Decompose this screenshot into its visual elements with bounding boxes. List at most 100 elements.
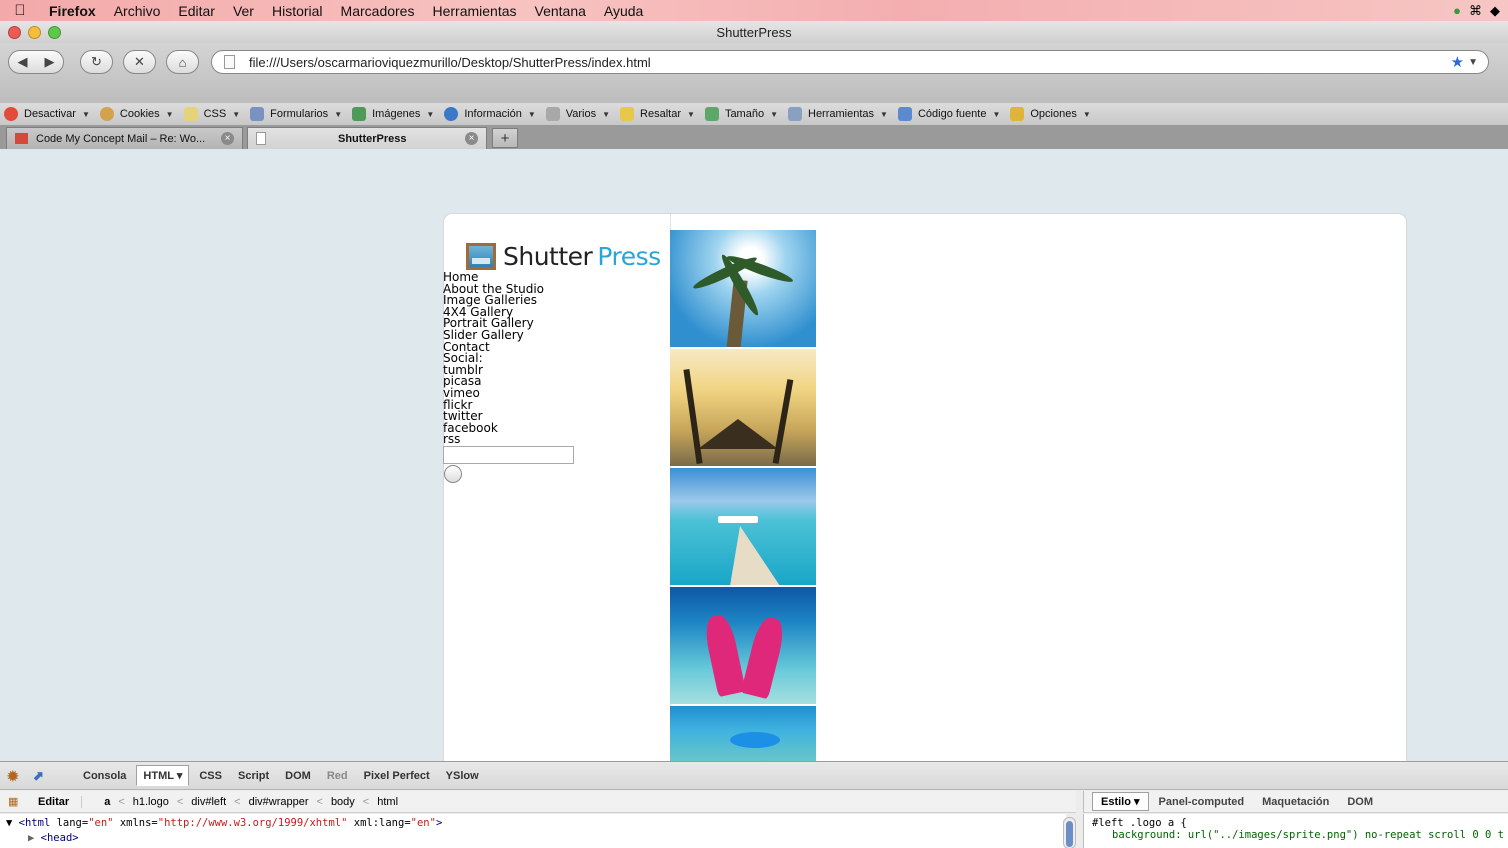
menu-ver[interactable]: Ver: [224, 3, 263, 19]
devtool-label: Herramientas: [808, 108, 875, 120]
beach-hut-photo[interactable]: [670, 349, 816, 466]
devtool-tamano[interactable]: Tamaño ▼: [701, 107, 784, 121]
tab-consola[interactable]: Consola: [77, 767, 132, 785]
menu-marcadores[interactable]: Marcadores: [332, 3, 424, 19]
breadcrumb: ▦ Editar a < h1.logo < div#left < div#wrapp…: [0, 791, 1076, 813]
devtool-label: Cookies: [119, 108, 160, 120]
devtool-imagenes[interactable]: Imágenes ▼: [348, 107, 440, 121]
tab-estilo[interactable]: Estilo ▾: [1092, 792, 1149, 811]
tab-maquetacion[interactable]: Maquetación: [1254, 794, 1337, 810]
crumb-div-left[interactable]: div#left: [183, 796, 234, 808]
search-button[interactable]: [444, 465, 462, 483]
devtool-label: Desactivar: [24, 108, 76, 120]
shutterpress-logo[interactable]: Shutter Press: [466, 242, 661, 271]
options-key-icon: [1010, 107, 1025, 121]
tab-yslow[interactable]: YSlow: [440, 767, 485, 785]
pier-photo[interactable]: [670, 468, 816, 585]
palm-tree-photo[interactable]: [670, 230, 816, 347]
tab-close-icon[interactable]: ×: [465, 132, 478, 145]
forward-icon[interactable]: ▶: [36, 54, 63, 70]
attr-value: "http://www.w3.org/1999/xhtml": [157, 817, 348, 829]
tab-html[interactable]: HTML ▾: [136, 765, 190, 786]
mac-menu-bar:  Firefox Archivo Editar Ver Historial M…: [0, 0, 1508, 21]
menu-editar[interactable]: Editar: [169, 3, 224, 19]
css-selector[interactable]: #left .logo a {: [1092, 817, 1508, 829]
css-property[interactable]: background: url("../images/sprite.png") …: [1092, 829, 1508, 841]
firebug-bug-icon[interactable]: ✹: [7, 768, 27, 784]
layout-icon[interactable]: ▦: [8, 795, 18, 808]
devtool-cookies[interactable]: Cookies ▼: [96, 107, 180, 121]
new-tab-button[interactable]: +: [492, 128, 518, 148]
devtool-opciones[interactable]: Opciones ▼: [1006, 107, 1096, 121]
menu-historial[interactable]: Historial: [263, 3, 332, 19]
url-bar[interactable]: file:///Users/oscarmarioviquezmurillo/De…: [211, 50, 1489, 74]
bookmark-star-icon[interactable]: ★: [1451, 53, 1468, 71]
status-app-icon[interactable]: ●: [1453, 3, 1461, 19]
crumb-h1-logo[interactable]: h1.logo: [125, 796, 177, 808]
tab-shutterpress[interactable]: ShutterPress ×: [247, 127, 487, 149]
devtool-resaltar[interactable]: Resaltar ▼: [616, 107, 701, 121]
back-icon[interactable]: ◀: [9, 54, 36, 70]
tab-panel-computed[interactable]: Panel-computed: [1151, 794, 1253, 810]
command-icon[interactable]: ⌘: [1469, 3, 1482, 19]
dropbox-icon[interactable]: ◆: [1490, 3, 1500, 19]
page-viewport: Shutter Press Home About the Studio Image…: [0, 149, 1508, 761]
crumb-body[interactable]: body: [323, 796, 363, 808]
tab-dom[interactable]: DOM: [279, 767, 317, 785]
url-dropdown-icon[interactable]: ▼: [1468, 57, 1488, 68]
home-icon: ⌂: [178, 54, 187, 70]
html-node-html[interactable]: ▼ <html lang="en" xmlns="http://www.w3.o…: [6, 817, 1066, 832]
html-panel-scrollbar[interactable]: [1063, 817, 1076, 848]
inspect-element-icon[interactable]: ⬈: [33, 768, 53, 784]
devtool-css[interactable]: CSS ▼: [180, 107, 247, 121]
crumb-a[interactable]: a: [96, 796, 118, 808]
wrench-icon: [788, 107, 802, 121]
tab-script[interactable]: Script: [232, 767, 275, 785]
url-text[interactable]: file:///Users/oscarmarioviquezmurillo/De…: [249, 55, 651, 70]
edit-button[interactable]: Editar: [8, 795, 83, 808]
home-button[interactable]: ⌂: [166, 50, 199, 74]
menu-ventana[interactable]: Ventana: [526, 3, 595, 19]
html-node-head[interactable]: ▶ <head>: [6, 832, 1066, 847]
underwater-photo[interactable]: [670, 706, 816, 761]
chevron-down-icon: ▾: [1134, 796, 1140, 808]
collapsed-triangle-icon[interactable]: ▶: [28, 832, 34, 844]
crumb-html[interactable]: html: [369, 796, 406, 808]
tag-end: >: [435, 817, 443, 829]
devtool-codigo-fuente[interactable]: Código fuente ▼: [894, 107, 1006, 121]
menu-herramientas[interactable]: Herramientas: [423, 3, 525, 19]
social-rss[interactable]: rss: [443, 434, 544, 446]
devtool-formularios[interactable]: Formularios ▼: [246, 107, 348, 121]
source-icon: [897, 107, 912, 121]
apple-menu-icon[interactable]: : [0, 2, 40, 19]
tag-name: <html: [18, 817, 51, 829]
css-icon: [183, 107, 198, 121]
reload-button[interactable]: ↻: [80, 50, 113, 74]
tag-name: <head>: [40, 832, 79, 844]
menu-ayuda[interactable]: Ayuda: [595, 3, 652, 19]
tab-red[interactable]: Red: [321, 767, 354, 785]
crumb-div-wrapper[interactable]: div#wrapper: [241, 796, 317, 808]
tab-gmail[interactable]: Code My Concept Mail – Re: Wo... ×: [6, 127, 243, 149]
devtool-herramientas[interactable]: Herramientas ▼: [784, 107, 894, 121]
attr-name: xmlns=: [113, 817, 158, 829]
disable-icon: [4, 107, 18, 121]
stop-icon: ✕: [134, 54, 145, 69]
devtool-desactivar[interactable]: Desactivar ▼: [0, 107, 96, 121]
page-icon: [224, 55, 235, 69]
swim-fins-photo[interactable]: [670, 587, 816, 704]
tab-pixel-perfect[interactable]: Pixel Perfect: [358, 767, 436, 785]
tab-side-dom[interactable]: DOM: [1339, 794, 1381, 810]
devtool-informacion[interactable]: Información ▼: [440, 107, 541, 121]
tab-css[interactable]: CSS: [193, 767, 228, 785]
stop-button[interactable]: ✕: [123, 50, 156, 74]
search-input[interactable]: [443, 446, 574, 464]
menu-app-firefox[interactable]: Firefox: [40, 3, 105, 19]
devtool-varios[interactable]: Varios ▼: [542, 107, 616, 121]
firebug-tabs: ✹ ⬈ Consola HTML ▾ CSS Script DOM Red Pi…: [0, 762, 1508, 790]
page-wrapper: Shutter Press Home About the Studio Image…: [443, 213, 1407, 761]
expand-triangle-icon[interactable]: ▼: [6, 817, 12, 829]
tab-close-icon[interactable]: ×: [221, 132, 234, 145]
menu-archivo[interactable]: Archivo: [105, 3, 170, 19]
devtool-label: Imágenes: [372, 108, 421, 120]
